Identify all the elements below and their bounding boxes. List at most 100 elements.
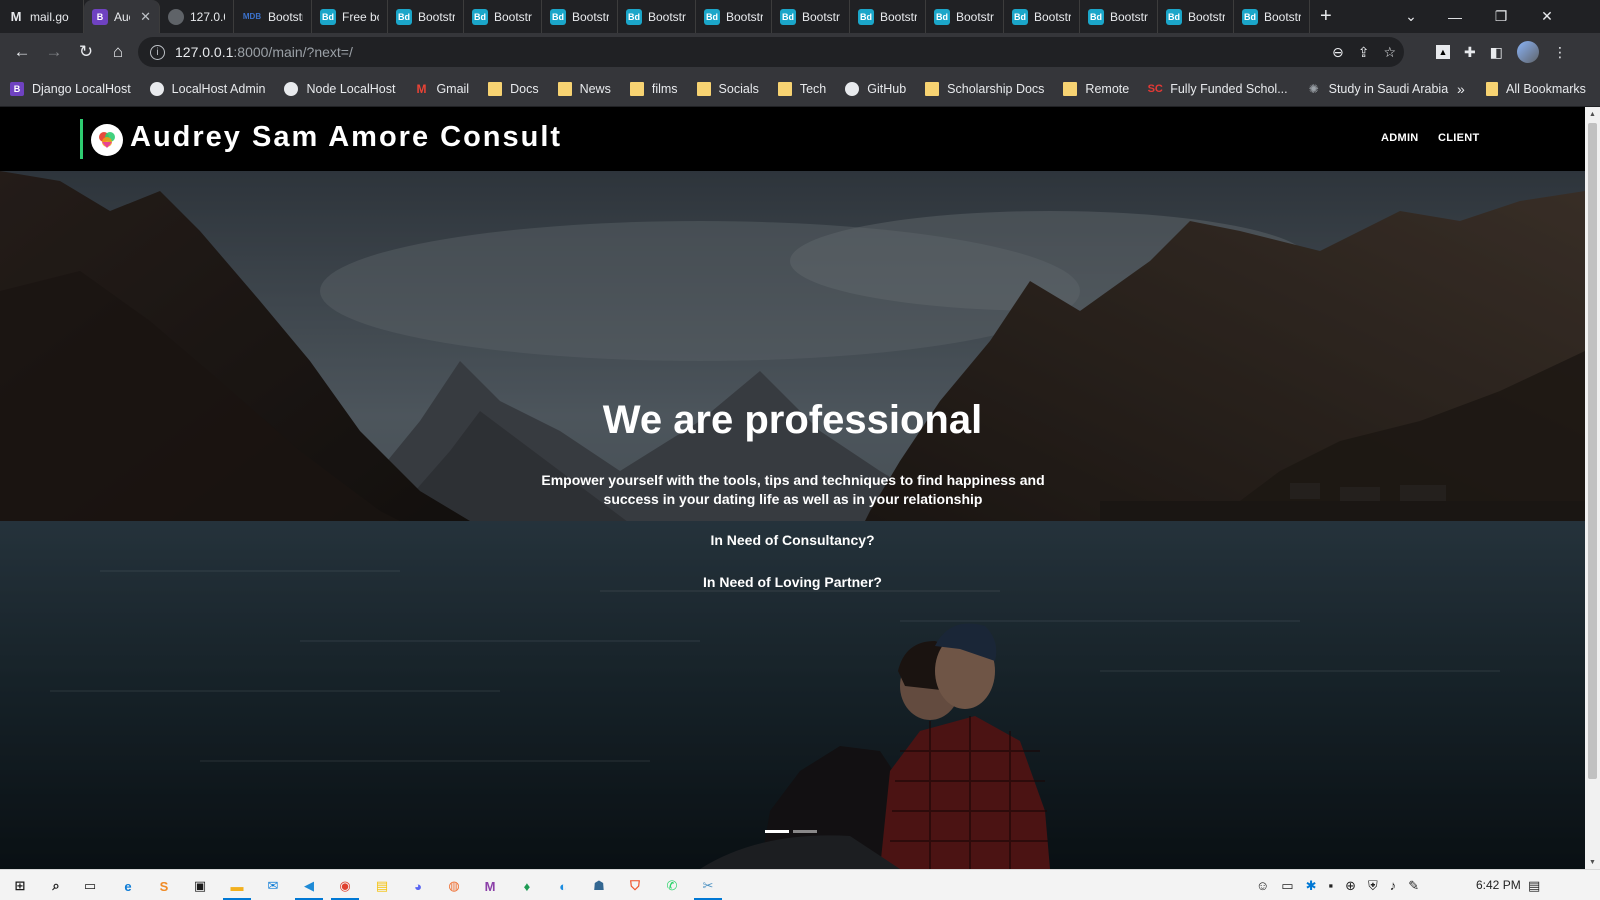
battery-icon[interactable]: ▭ [1281,878,1293,894]
pen-icon[interactable]: ✎ [1408,878,1419,894]
bookmark-item[interactable]: Node LocalHost [284,81,395,96]
edge-icon[interactable]: e [118,876,138,896]
file-explorer-icon[interactable]: ▬ [227,876,247,896]
extensions-puzzle-icon[interactable]: ✚ [1464,44,1476,61]
sublime-icon[interactable]: S [154,876,174,896]
brand-name[interactable]: Audrey Sam Amore Consult [130,121,562,154]
store-icon[interactable]: ▣ [190,876,210,896]
tray-app-icon[interactable]: ▪ [1328,878,1333,893]
address-bar[interactable]: i 127.0.0.1:8000/main/?next=/ ⊖ ⇪ ☆ [138,37,1404,67]
postman-icon[interactable]: ◍ [444,876,464,896]
back-icon[interactable]: ← [6,36,38,68]
discord-icon[interactable]: ◕ [408,876,428,896]
browser-tab[interactable]: Bd Bootstr [1158,0,1234,33]
page-scrollbar[interactable]: ▲ ▼ [1585,107,1600,869]
brand-logo-icon[interactable] [91,124,123,156]
mail-icon[interactable]: ✉ [263,876,283,896]
browser-tab[interactable]: Bd Bootstr [696,0,772,33]
scroll-down-icon[interactable]: ▼ [1585,855,1600,869]
bird-icon[interactable]: ◐ [553,876,573,896]
bookmark-item[interactable]: Remote [1063,81,1129,96]
browser-tab[interactable]: Bd Bootstr [542,0,618,33]
restore-button[interactable]: ❐ [1478,0,1524,33]
browser-tab[interactable]: Bd Bootstr [1234,0,1310,33]
task-view-icon[interactable]: ▭ [80,876,100,896]
m-app-icon[interactable]: M [480,876,500,896]
scroll-up-icon[interactable]: ▲ [1585,107,1600,121]
bookmark-item[interactable]: News [557,81,611,96]
bookmark-item[interactable]: GitHub [845,81,906,96]
tab-search-icon[interactable]: ⌄ [1388,0,1434,33]
browser-tab[interactable]: Mmail.go [0,0,84,33]
zoom-icon[interactable]: ⊖ [1332,44,1344,61]
notes-icon[interactable]: ▤ [372,876,392,896]
reload-icon[interactable]: ↻ [70,36,102,68]
new-tab-button[interactable]: + [1310,5,1342,28]
browser-tab[interactable]: Bd Bootstr [850,0,926,33]
carousel-indicator-2[interactable] [793,830,817,833]
start-icon[interactable]: ⊞ [10,876,30,896]
star-icon: ✺ [1308,81,1319,96]
bookmark-item[interactable]: SC Fully Funded Schol... [1148,82,1288,96]
bookmark-label: Gmail [436,81,470,96]
volume-icon[interactable]: ♪ [1390,878,1397,893]
bookmark-star-icon[interactable]: ☆ [1383,44,1396,61]
browser-tab[interactable]: Bd Bootstr [618,0,696,33]
bookmark-item[interactable]: Socials [696,81,759,96]
brave-icon[interactable]: ⛉ [625,876,645,896]
whatsapp-icon[interactable]: ✆ [662,876,682,896]
side-panel-icon[interactable]: ◧ [1490,44,1503,61]
bd-icon: Bd [550,8,566,25]
browser-tab[interactable]: 127.0.0 [160,0,234,33]
bookmark-item[interactable]: Docs [488,81,539,96]
bookmark-item[interactable]: ✺ Study in Saudi Arabia [1307,82,1449,96]
extension-icon[interactable]: ▲ [1436,45,1450,59]
tab-title: Bootstr [726,9,763,24]
browser-tab[interactable]: Bd Bootstr [388,0,464,33]
search-icon[interactable]: ⌕ [46,876,66,896]
chrome-icon[interactable]: ◉ [335,876,355,896]
forward-icon[interactable]: → [38,36,70,68]
more-bookmarks-button[interactable]: » [1457,71,1465,107]
browser-tab[interactable]: Bd Bootstr [464,0,542,33]
loving-partner-link[interactable]: In Need of Loving Partner? [0,574,1585,590]
browser-tab[interactable]: MDB Bootstr [234,0,312,33]
carousel-indicator-1[interactable] [765,830,789,833]
nav-admin-link[interactable]: ADMIN [1381,132,1419,144]
bookmark-item[interactable]: LocalHost Admin [149,81,265,96]
share-icon[interactable]: ⇪ [1358,44,1370,61]
site-info-icon[interactable]: i [150,44,165,60]
minimize-button[interactable]: — [1432,0,1478,33]
menu-kebab-icon[interactable]: ⋮ [1553,44,1567,61]
bookmark-item[interactable]: B Django LocalHost [10,81,131,96]
all-bookmarks-button[interactable]: All Bookmarks [1486,71,1586,107]
nav-client-link[interactable]: CLIENT [1438,132,1480,144]
consultancy-link[interactable]: In Need of Consultancy? [0,532,1585,548]
profile-avatar[interactable] [1516,41,1539,63]
close-tab-icon[interactable]: ✕ [140,9,151,25]
bookmark-item[interactable]: Scholarship Docs [925,81,1044,96]
snipping-icon[interactable]: ✂ [698,876,718,896]
network-icon[interactable]: ⊕ [1345,878,1356,894]
scrollbar-thumb[interactable] [1588,123,1597,779]
mongodb-icon[interactable]: ♦ [517,876,537,896]
bookmark-item[interactable]: Tech [777,81,826,96]
browser-tab[interactable]: B Auc ✕ [84,0,160,33]
browser-tab[interactable]: Bd Bootstr [926,0,1004,33]
people-icon[interactable]: ☺ [1256,878,1269,893]
taskbar-clock[interactable]: 6:42 PM [1476,878,1521,892]
home-icon[interactable]: ⌂ [102,36,134,68]
bookmark-item[interactable]: films [629,81,678,96]
browser-tab[interactable]: Bd Bootstr [772,0,850,33]
postgres-icon[interactable]: ☗ [589,876,609,896]
browser-tab[interactable]: Bd Bootstr [1004,0,1080,33]
bluetooth-icon[interactable]: ✱ [1306,878,1317,894]
bookmark-item[interactable]: M Gmail [414,82,469,96]
browser-tab[interactable]: Bd Bootstr [1080,0,1158,33]
security-icon[interactable]: ⛨ [1368,878,1378,894]
bd-icon: Bd [626,8,642,25]
browser-tab[interactable]: Bd Free bc [312,0,388,33]
close-window-button[interactable]: ✕ [1524,0,1570,33]
vscode-icon[interactable]: ◀ [299,876,319,896]
notifications-icon[interactable]: ▤ [1528,870,1540,900]
